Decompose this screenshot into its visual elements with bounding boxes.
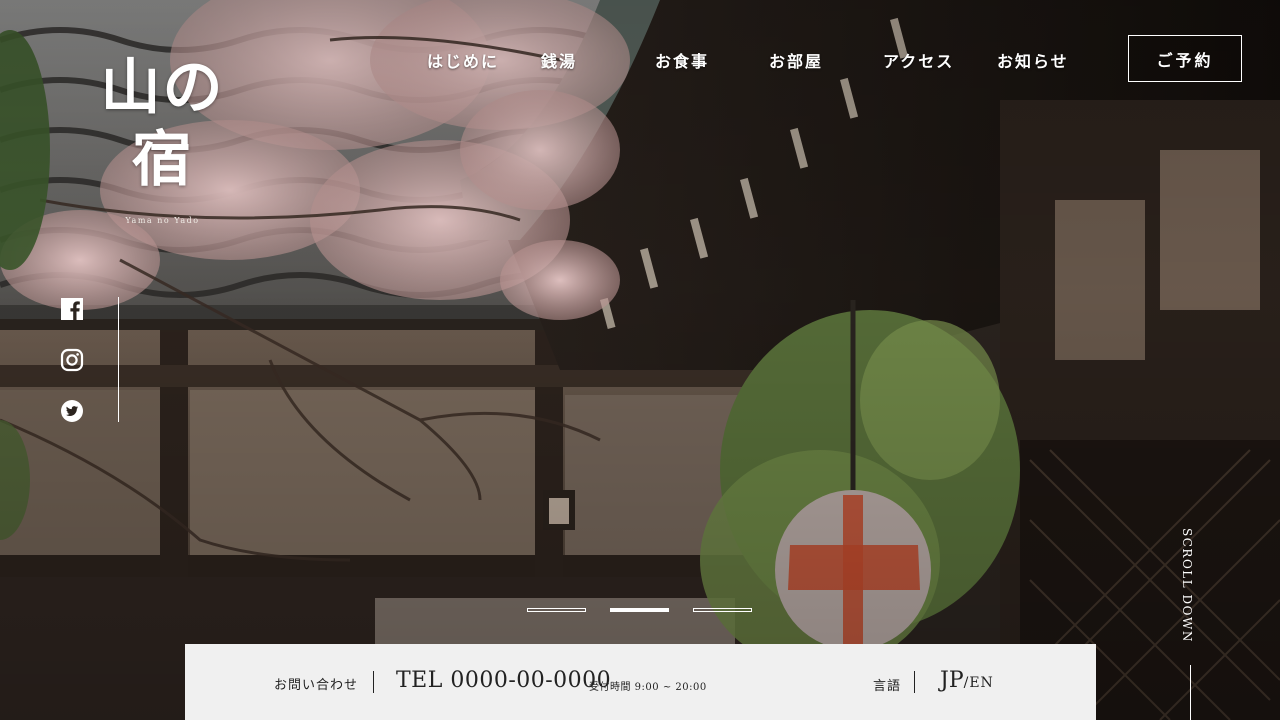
slider-dot-1[interactable]: [527, 608, 586, 612]
reserve-button[interactable]: ご予約: [1128, 35, 1242, 82]
scroll-down-line: [1190, 665, 1191, 720]
language-en[interactable]: /EN: [964, 675, 994, 691]
nav-item-news[interactable]: お知らせ: [997, 48, 1069, 72]
nav-item-rooms[interactable]: お部屋: [769, 48, 823, 72]
facebook-icon[interactable]: [60, 297, 84, 321]
social-divider: [118, 297, 119, 422]
contact-bar: お問い合わせ TEL 0000-00-0000 受付時間 9:00 ~ 20:0…: [185, 644, 1096, 720]
logo-subtitle: Yama no Yado: [125, 216, 200, 225]
scroll-down-label[interactable]: SCROLL DOWN: [1180, 528, 1194, 643]
logo-wordmark: 山の宿: [100, 53, 225, 195]
business-hours: 受付時間 9:00 ~ 20:00: [589, 682, 707, 693]
nav-item-dining[interactable]: お食事: [655, 48, 709, 72]
nav-item-introduction[interactable]: はじめに: [427, 48, 499, 72]
contact-label: お問い合わせ: [274, 678, 359, 693]
language-label: 言語: [873, 679, 902, 694]
phone-number[interactable]: TEL 0000-00-0000: [396, 668, 611, 693]
language-divider: [914, 671, 915, 693]
slider-dot-3[interactable]: [693, 608, 752, 612]
instagram-icon[interactable]: [60, 348, 84, 372]
twitter-icon[interactable]: [60, 399, 84, 423]
slider-dot-2[interactable]: [610, 608, 669, 612]
nav-item-bath[interactable]: 銭湯: [541, 48, 577, 72]
nav-item-access[interactable]: アクセス: [883, 48, 954, 72]
language-switcher: JP/EN: [940, 668, 994, 693]
logo[interactable]: 山の宿 Yama no Yado: [70, 52, 255, 225]
contact-divider: [373, 671, 374, 693]
language-jp[interactable]: JP: [940, 668, 964, 693]
